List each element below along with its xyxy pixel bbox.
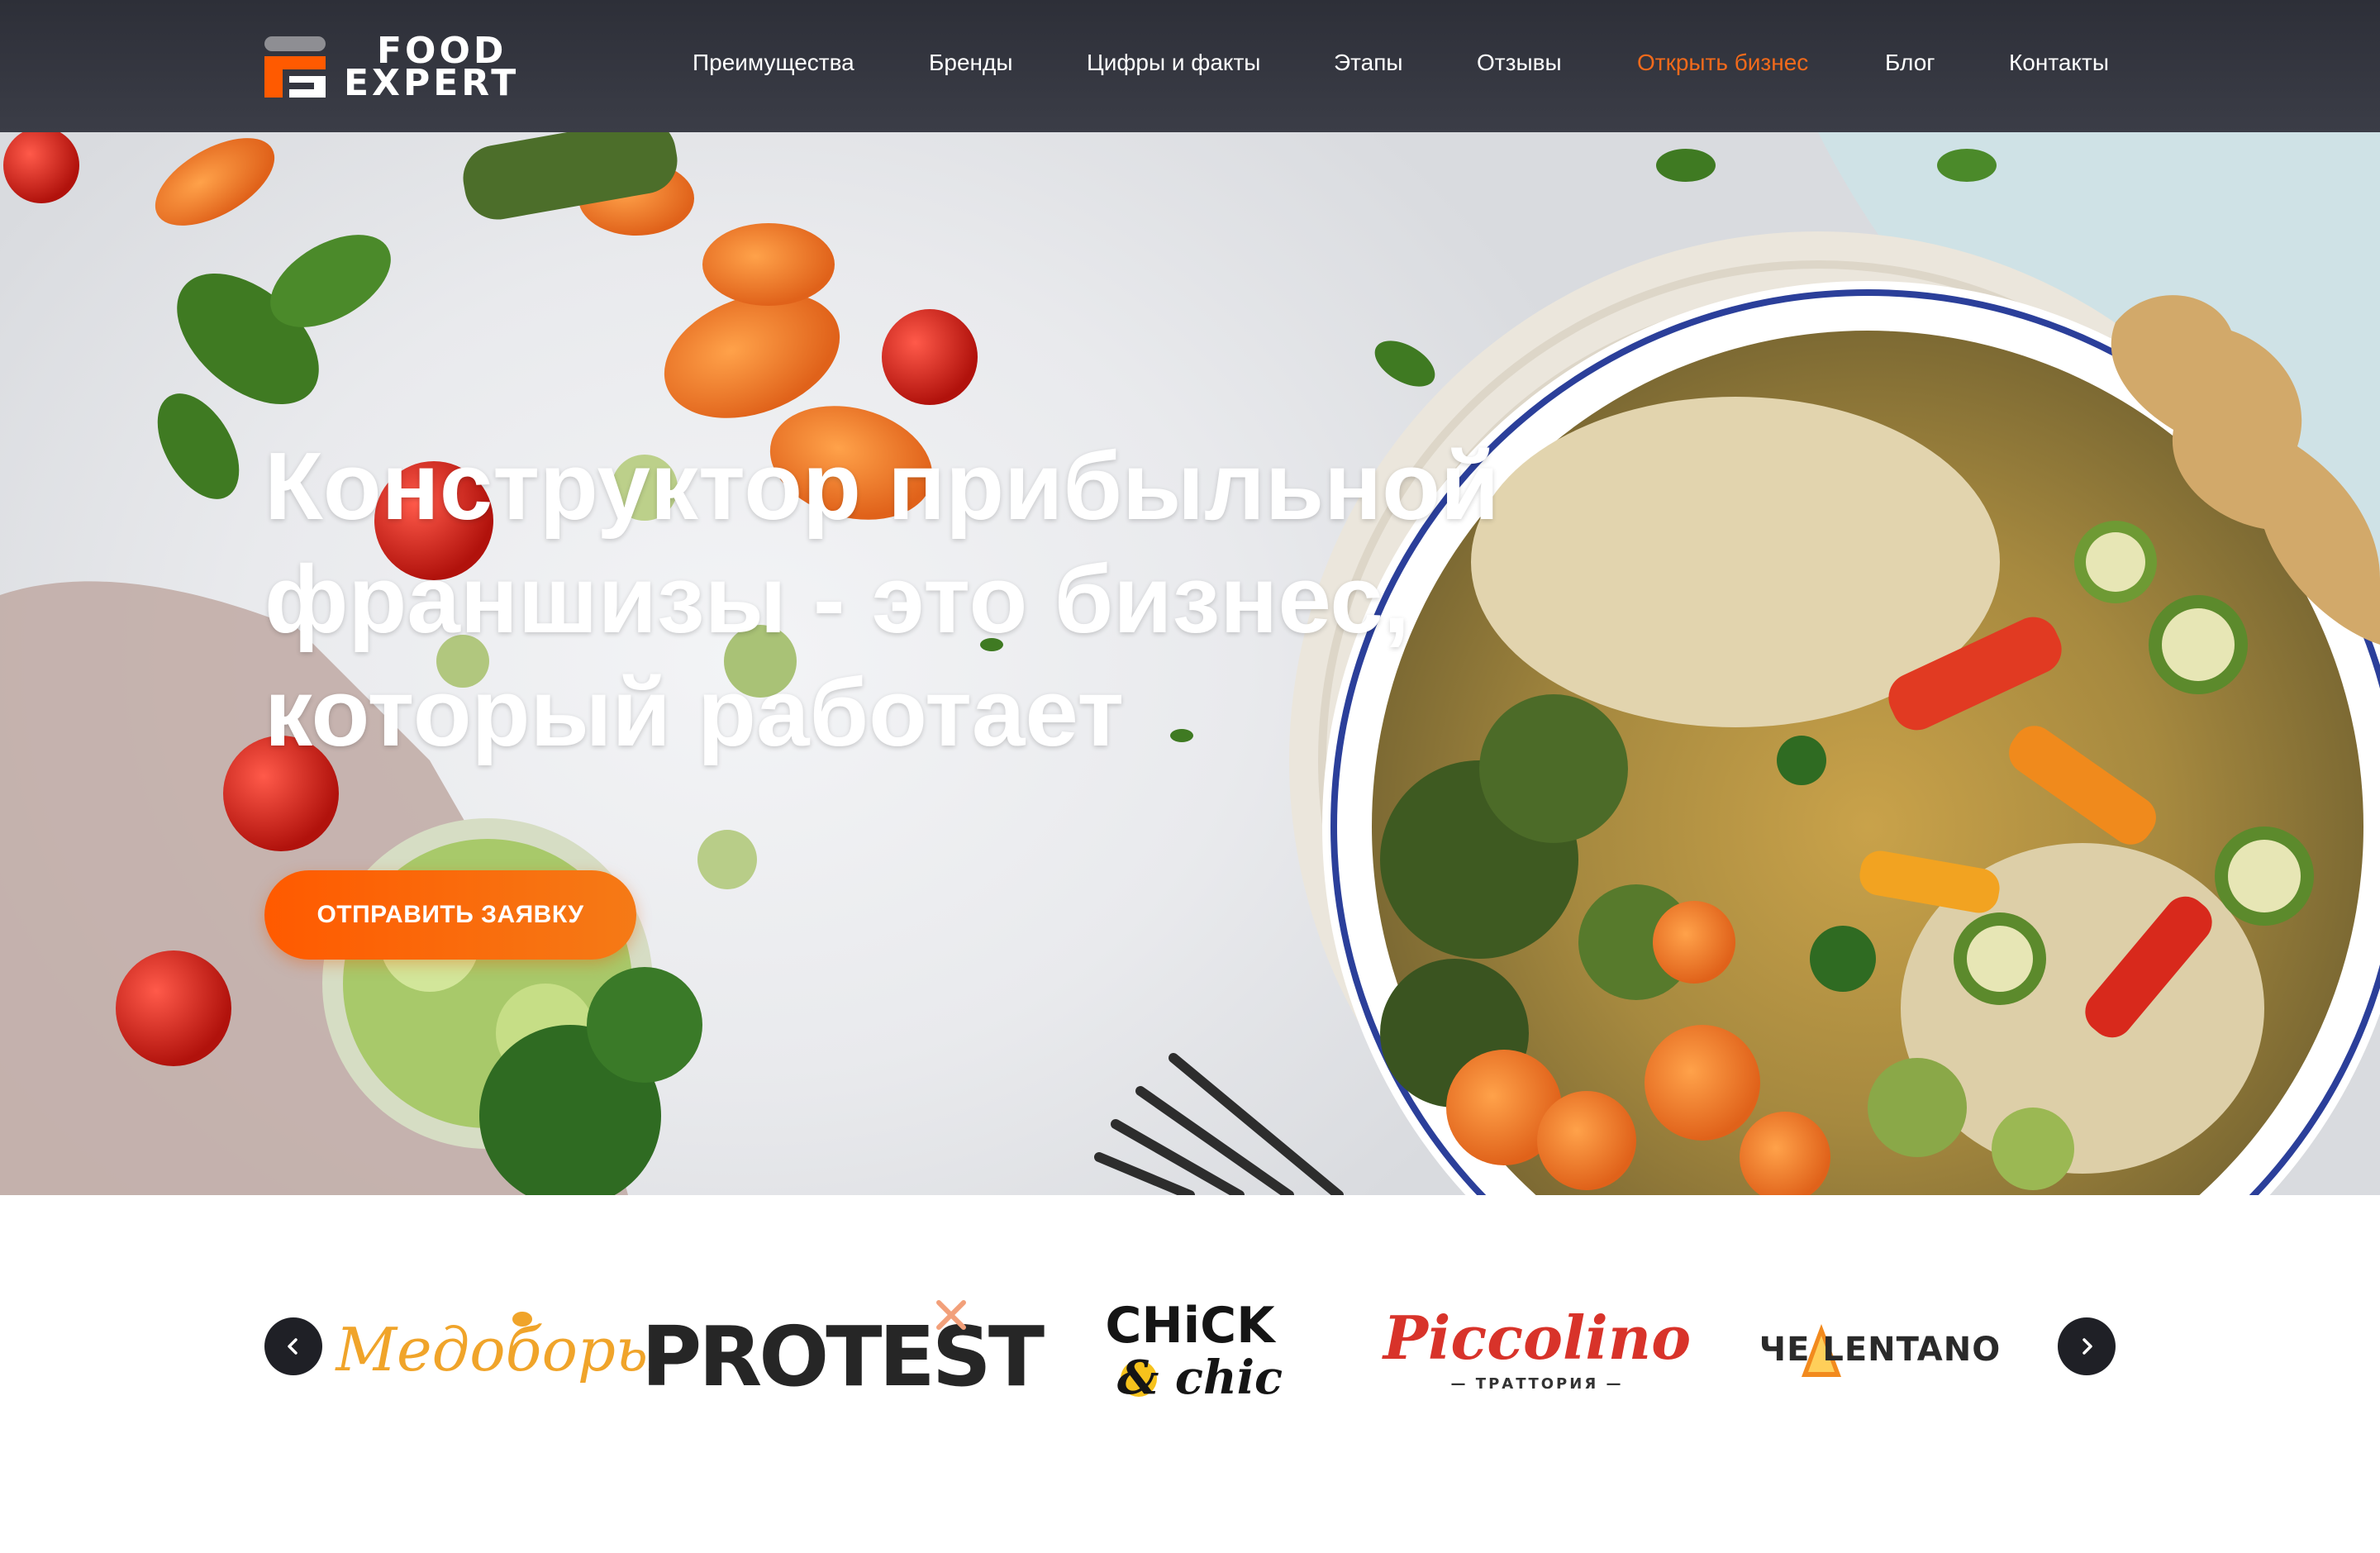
brand-piccolino-text: Piccolino: [1382, 1303, 1691, 1373]
brand-logo-medobory[interactable]: Медоборы: [334, 1294, 664, 1402]
chevron-left-icon: [288, 1338, 298, 1355]
logo-mark-icon: [264, 36, 326, 98]
nav-item-facts[interactable]: Цифры и факты: [1087, 50, 1260, 76]
nav-item-reviews[interactable]: Отзывы: [1477, 50, 1562, 76]
nav-item-advantages[interactable]: Преимущества: [693, 50, 854, 76]
brand-chelentano-text: ЧЕ LENTANO: [1759, 1331, 2001, 1369]
hero-title-line-2: франшизы - это бизнес,: [264, 545, 1411, 653]
brands-carousel: Медоборы PROTEST CHiCK & chic Piccolino …: [0, 1195, 2380, 1553]
hero-title-line-1: Конструктор прибыльной: [264, 432, 1500, 540]
nav-item-blog[interactable]: Блог: [1885, 50, 1935, 76]
site-header: FOOD EXPERT Преимущества Бренды Цифры и …: [0, 0, 2380, 132]
nav-item-stages[interactable]: Этапы: [1334, 50, 1403, 76]
nav-item-contacts[interactable]: Контакты: [2009, 50, 2109, 76]
carousel-prev-button[interactable]: [264, 1317, 322, 1375]
nav-item-brands[interactable]: Бренды: [929, 50, 1012, 76]
submit-application-button[interactable]: ОТПРАВИТЬ ЗАЯВКУ: [264, 870, 636, 960]
chevron-right-icon: [2082, 1338, 2092, 1355]
carousel-next-button[interactable]: [2058, 1317, 2116, 1375]
brand-chick-line-2: & chic: [1117, 1351, 1283, 1405]
food-expert-logo[interactable]: FOOD EXPERT: [264, 33, 562, 104]
logo-line-expert: EXPERT: [344, 62, 520, 104]
logo-text: FOOD EXPERT: [344, 33, 520, 104]
brand-chick-line-1: CHiCK: [1105, 1297, 1277, 1355]
brand-logo-piccolino[interactable]: Piccolino — ТРАТТОРИЯ —: [1382, 1294, 1691, 1402]
hero-title-line-3: который работает: [264, 659, 1125, 766]
brand-logo-chelentano[interactable]: ЧЕ LENTANO: [1752, 1294, 2008, 1402]
brand-piccolino-subtitle: — ТРАТТОРИЯ —: [1451, 1375, 1624, 1393]
hero-section: Конструктор прибыльной франшизы - это би…: [0, 132, 2380, 1195]
brand-protest-text: PROTEST: [641, 1308, 1045, 1405]
brand-medobory-text: Медоборы: [334, 1315, 664, 1384]
nav-item-open-business[interactable]: Открыть бизнес: [1637, 50, 1808, 76]
brand-logo-chick-and-chic[interactable]: CHiCK & chic: [1074, 1294, 1306, 1405]
hero-title: Конструктор прибыльной франшизы - это би…: [264, 430, 1554, 769]
brand-logo-protest[interactable]: PROTEST: [641, 1294, 1048, 1405]
